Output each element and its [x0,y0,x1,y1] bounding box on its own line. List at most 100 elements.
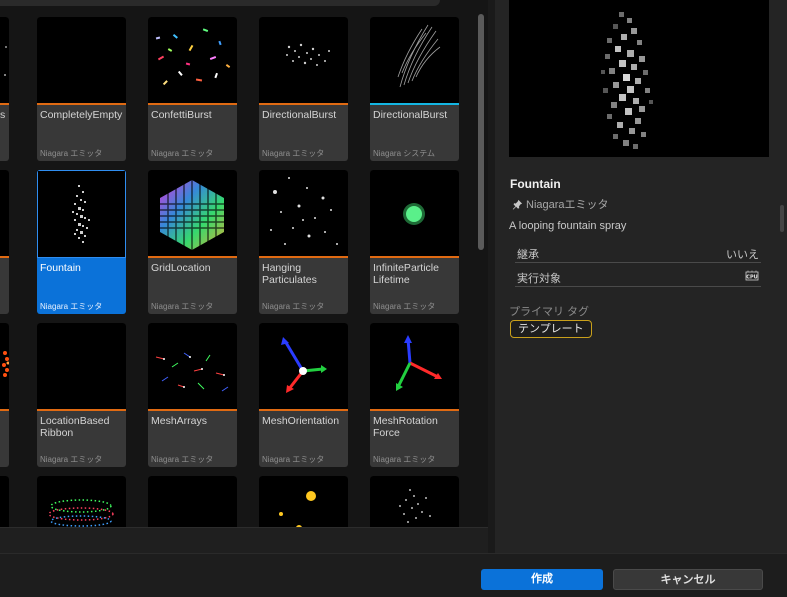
partial-tile-row4[interactable] [0,476,9,527]
tile-thumbnail [0,323,9,411]
tile-name: Fountain [40,262,81,274]
tile-accent-bar [0,409,9,411]
tile-fountain[interactable]: Fountain Niagara エミッタ [37,170,126,314]
tile-completely-empty[interactable]: CompletelyEmpty Niagara エミッタ [37,17,126,161]
tile-row4-col2[interactable] [148,476,237,527]
tile-name: Hanging Particulates [262,262,317,286]
partial-tile-row3[interactable] [0,323,9,467]
tag-chip-template[interactable]: テンプレート [510,320,592,338]
tile-thumbnail [37,323,126,411]
tile-type: Niagara エミッタ [262,302,325,311]
tile-thumbnail [0,170,9,258]
tile-mesh-rotation-force[interactable]: MeshRotation Force Niagara エミッタ [370,323,459,467]
prop-value: いいえ [726,249,759,261]
tile-name: MeshArrays [151,415,208,427]
tile-name: LocationBased Ribbon [40,415,110,439]
tile-thumbnail [37,476,126,527]
tile-thumbnail [370,17,459,105]
asset-title: Fountain [510,177,561,191]
tile-thumbnail [259,476,348,527]
tile-type: Niagara エミッタ [151,149,214,158]
tile-accent-bar [370,256,459,258]
prop-key: 実行対象 [517,273,561,285]
tile-accent-bar [259,409,348,411]
pin-icon [512,199,523,210]
cpu-icon: CPU [745,270,759,281]
tile-thumbnail [0,476,9,527]
tile-type: Niagara エミッタ [373,302,436,311]
partial-tile-row1[interactable]: s [0,17,9,161]
tile-type: Niagara エミッタ [262,455,325,464]
details-scrollbar[interactable] [780,205,784,232]
tile-thumbnail [148,323,237,411]
create-button[interactable]: 作成 [481,569,603,590]
tile-type: Niagara エミッタ [151,455,214,464]
tile-thumbnail [148,17,237,105]
tile-location-based-ribbon[interactable]: LocationBased Ribbon Niagara エミッタ [37,323,126,467]
tile-row4-col4[interactable] [370,476,459,527]
tile-thumbnail [148,476,237,527]
tile-name: MeshOrientation [262,415,340,427]
tile-accent-bar [370,409,459,411]
tile-thumbnail [370,323,459,411]
tile-hanging-particulates[interactable]: Hanging Particulates Niagara エミッタ [259,170,348,314]
tile-type: Niagara エミッタ [151,302,214,311]
tile-directional-burst-emitter[interactable]: DirectionalBurst Niagara エミッタ [259,17,348,161]
tile-accent-bar [37,103,126,105]
primary-tags-label: プライマリ タグ [509,306,590,318]
preview-thumbnail [509,0,769,157]
tile-row4-col1[interactable] [37,476,126,527]
details-panel: Fountain Niagaraエミッタ A looping fountain … [494,0,787,553]
tile-type: Niagara エミッタ [40,455,103,464]
tile-name: InfiniteParticle Lifetime [373,262,439,286]
partial-tile-row2[interactable] [0,170,9,314]
tile-accent-bar [148,103,237,105]
tile-thumbnail [148,170,237,258]
tile-row4-col3[interactable] [259,476,348,527]
tile-directional-burst-system[interactable]: DirectionalBurst Niagara システム [370,17,459,161]
tile-accent-bar [259,256,348,258]
prop-key: 継承 [517,249,539,261]
tile-type: Niagara エミッタ [262,149,325,158]
tile-thumbnail [370,476,459,527]
create-emitter-dialog: s CompletelyEmpty Niagara エミッタ ConfettiB… [0,0,787,597]
tile-infinite-particle-lifetime[interactable]: InfiniteParticle Lifetime Niagara エミッタ [370,170,459,314]
tile-accent-bar [0,256,9,258]
tile-type: Niagara エミッタ [40,149,103,158]
tile-accent-bar [259,103,348,105]
asset-description: A looping fountain spray [509,220,627,232]
tile-accent-bar [0,103,9,105]
tile-accent-bar [148,409,237,411]
asset-type-label: Niagaraエミッタ [526,199,609,211]
tile-grid-location[interactable]: GridLocation Niagara エミッタ [148,170,237,314]
grid-scrollbar-thumb[interactable] [478,14,484,250]
tile-name: s [0,109,6,121]
prop-row-sim-target: 実行対象 CPU [515,265,761,287]
svg-text:CPU: CPU [746,274,757,280]
tile-accent-bar [37,409,126,411]
asset-type: Niagaraエミッタ [512,196,609,212]
prop-row-inherit: 継承 いいえ [515,241,761,263]
search-bar-edge [0,0,440,6]
tile-name: DirectionalBurst [262,109,337,121]
tile-type: Niagara エミッタ [373,455,436,464]
tile-thumbnail [259,170,348,258]
tile-thumbnail [370,170,459,258]
tile-type: Niagara エミッタ [40,302,103,311]
tile-mesh-arrays[interactable]: MeshArrays Niagara エミッタ [148,323,237,467]
grid-bottom-bar [0,527,488,553]
tile-mesh-orientation[interactable]: MeshOrientation Niagara エミッタ [259,323,348,467]
tile-thumbnail [259,17,348,105]
tile-thumbnail [0,17,9,105]
tile-type: Niagara システム [373,149,435,158]
emitter-template-grid: s CompletelyEmpty Niagara エミッタ ConfettiB… [0,0,488,527]
tile-thumbnail [37,170,126,258]
tile-accent-bar [370,103,459,105]
tile-accent-bar [148,256,237,258]
tile-confetti-burst[interactable]: ConfettiBurst Niagara エミッタ [148,17,237,161]
tile-name: DirectionalBurst [373,109,448,121]
tile-name: ConfettiBurst [151,109,212,121]
tile-thumbnail [259,323,348,411]
tile-name: MeshRotation Force [373,415,438,439]
cancel-button[interactable]: キャンセル [613,569,763,590]
